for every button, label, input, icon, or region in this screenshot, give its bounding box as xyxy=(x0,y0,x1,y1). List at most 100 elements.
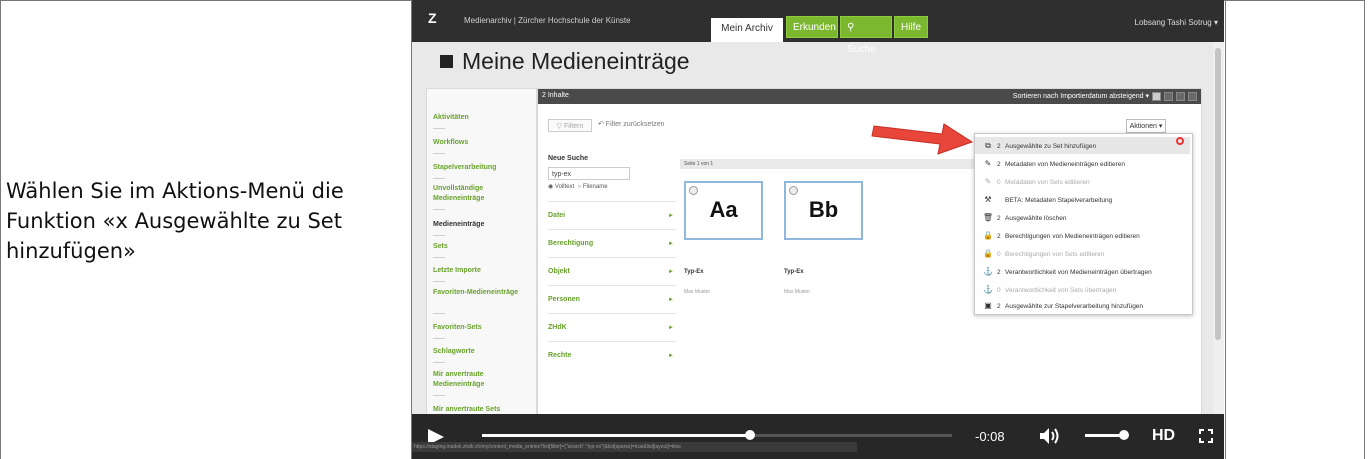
card-author: Max Muster xyxy=(684,289,711,295)
filter-button[interactable]: ▽ Filtern xyxy=(548,119,592,132)
volume-icon[interactable] xyxy=(1038,426,1060,446)
sidebar-item-sets[interactable]: Sets xyxy=(433,242,528,252)
facet-zhdk[interactable]: ZHdK ► xyxy=(548,313,676,341)
status-url: https://staging.madek.zhdk.ch/my/content… xyxy=(412,442,857,452)
card-title[interactable]: Typ-Ex xyxy=(684,269,704,275)
menu-item-label: Verantwortlichkeit von Sets übertragen xyxy=(1005,287,1117,294)
facet-rechte[interactable]: Rechte ► xyxy=(548,341,676,369)
chevron-right-icon: ► xyxy=(668,297,674,303)
sidebar-item-medieneintraege[interactable]: Medieneinträge xyxy=(433,220,528,230)
menu-item-label: Metadaten von Medieneinträgen editieren xyxy=(1005,161,1125,168)
scrollbar-thumb[interactable] xyxy=(1215,48,1221,340)
click-indicator-icon xyxy=(1176,137,1184,145)
menu-item-count: 0 xyxy=(997,179,1001,186)
search-mode-radios[interactable]: ◉ Volltext ○ Filename xyxy=(548,183,608,190)
tab-mein-archiv[interactable]: Mein Archiv xyxy=(711,18,783,42)
card-title[interactable]: Typ-Ex xyxy=(784,269,804,275)
facet-datei[interactable]: Datei ► xyxy=(548,201,676,229)
menu-item-delete[interactable]: 🗑 2 Ausgewählte löschen xyxy=(975,209,1190,226)
content-header: 2 Inhalte Sortieren nach Importierdatum … xyxy=(538,89,1201,104)
menu-item-label: Metadaten von Sets editieren xyxy=(1005,179,1090,186)
menu-item-count: 2 xyxy=(997,215,1001,222)
facet-personen[interactable]: Personen ► xyxy=(548,285,676,313)
facet-objekt[interactable]: Objekt ► xyxy=(548,257,676,285)
progress-bar[interactable] xyxy=(482,430,952,440)
chevron-right-icon: ► xyxy=(668,325,674,331)
menu-item-edit-media-metadata[interactable]: ✎ 2 Metadaten von Medieneinträgen editiere… xyxy=(975,155,1190,172)
select-checkbox[interactable] xyxy=(689,186,698,195)
radio-volltext[interactable]: ◉ Volltext xyxy=(548,184,574,190)
sidebar-item-favoriten-medieneintraege[interactable]: Favoriten-Medieneinträge xyxy=(433,288,528,298)
menu-item-transfer-set-responsibility: ⚓ 0 Verantwortlichkeit von Sets übertragen xyxy=(975,281,1190,298)
page: Wählen Sie im Aktions-Menü die Funktion … xyxy=(0,0,1368,459)
menu-item-label: Ausgewählte löschen xyxy=(1005,215,1067,222)
sidebar: Aktivitäten Workflows Stapelverarbeitung… xyxy=(426,88,537,418)
select-checkbox[interactable] xyxy=(789,186,798,195)
menu-item-count: 2 xyxy=(997,143,1001,150)
menu-item-transfer-media-responsibility[interactable]: ⚓ 2 Verantwortlichkeit von Medieneinträgen… xyxy=(975,263,1190,280)
media-card[interactable]: Bb xyxy=(784,181,863,240)
chevron-right-icon: ► xyxy=(668,353,674,359)
search-input[interactable]: typ-ex xyxy=(548,167,630,180)
user-menu[interactable]: Lobsang Tashi Sotrug ▾ xyxy=(1135,18,1218,27)
view-map-icon[interactable] xyxy=(1188,92,1197,101)
pencil-icon: ✎ xyxy=(984,177,992,186)
hd-toggle[interactable]: HD xyxy=(1152,427,1175,445)
radio-filename[interactable]: ○ Filename xyxy=(578,184,608,190)
tools-icon: ⚒ xyxy=(984,195,992,204)
view-tiles-icon[interactable] xyxy=(1152,92,1161,101)
sidebar-item-favoriten-sets[interactable]: Favoriten-Sets xyxy=(433,323,528,333)
user-transfer-icon: ⚓ xyxy=(983,285,993,294)
sidebar-item-stapelverarbeitung[interactable]: Stapelverarbeitung xyxy=(433,163,528,173)
sidebar-item-schlagworte[interactable]: Schlagworte xyxy=(433,347,528,357)
trash-icon: 🗑 xyxy=(982,213,994,222)
fullscreen-icon[interactable] xyxy=(1199,429,1213,443)
sidebar-separator xyxy=(433,395,445,396)
instruction-text: Wählen Sie im Aktions-Menü die Funktion … xyxy=(6,179,344,263)
clipboard-icon: ▣ xyxy=(984,301,992,310)
view-list-icon[interactable] xyxy=(1176,92,1185,101)
chevron-right-icon: ► xyxy=(668,269,674,275)
sidebar-item-workflows[interactable]: Workflows xyxy=(433,138,528,148)
menu-item-add-to-batch[interactable]: ▣ 2 Ausgewählte zur Stapelverarbeitung hin… xyxy=(975,297,1190,314)
sort-select[interactable]: Sortieren nach Importierdatum absteigend… xyxy=(1013,92,1149,100)
sidebar-separator xyxy=(433,362,445,363)
view-grid-icon[interactable] xyxy=(1164,92,1173,101)
page-title: Meine Medieneinträge xyxy=(440,48,690,75)
card-author: Max Muster xyxy=(784,289,811,295)
actions-button[interactable]: Aktionen ▾ xyxy=(1126,119,1166,133)
volume-handle[interactable] xyxy=(1119,430,1129,440)
sidebar-separator xyxy=(433,178,445,179)
sidebar-item-aktivitaeten[interactable]: Aktivitäten xyxy=(433,113,528,123)
sidebar-separator xyxy=(433,235,445,236)
page-title-text: Meine Medieneinträge xyxy=(462,48,690,74)
progress-handle[interactable] xyxy=(744,430,755,440)
sidebar-item-unvollstaendige[interactable]: Unvollständige Medieneinträge xyxy=(433,184,528,204)
tab-suche[interactable]: ⚲ Suche xyxy=(840,16,892,55)
search-icon: ⚲ xyxy=(847,22,855,33)
tab-erkunden[interactable]: Erkunden xyxy=(786,16,838,38)
menu-item-batch-metadata[interactable]: ⚒ BETA: Metadaten Stapelverarbeitung xyxy=(975,191,1190,208)
facet-label: Berechtigung xyxy=(548,240,594,247)
menu-item-edit-set-permissions: 🔒 0 Berechtigungen von Sets editieren xyxy=(975,245,1190,262)
video-player[interactable]: Z Medienarchiv | Zürcher Hochschule der … xyxy=(412,0,1224,459)
menu-item-count: 0 xyxy=(997,251,1001,258)
facet-berechtigung[interactable]: Berechtigung ► xyxy=(548,229,676,257)
menu-item-count: 2 xyxy=(997,233,1001,240)
app-logo[interactable]: Z xyxy=(428,10,437,26)
menu-item-edit-media-permissions[interactable]: 🔒 2 Berechtigungen von Medieneinträgen edi… xyxy=(975,227,1190,244)
sidebar-item-mir-anvertraute-medieneintraege[interactable]: Mir anvertraute Medieneinträge xyxy=(433,370,528,390)
media-card[interactable]: Aa xyxy=(684,181,763,240)
sidebar-item-letzte-importe[interactable]: Letzte Importe xyxy=(433,266,528,276)
reset-filter-link[interactable]: ↶ Filter zurücksetzen xyxy=(598,120,665,128)
menu-item-label: Ausgewählte zu Set hinzufügen xyxy=(1005,143,1097,150)
archive-title[interactable]: Medienarchiv | Zürcher Hochschule der Kü… xyxy=(464,16,631,25)
facet-label: Objekt xyxy=(548,268,570,275)
sidebar-separator xyxy=(433,281,445,282)
menu-item-label: Verantwortlichkeit von Medieneinträgen ü… xyxy=(1005,269,1152,276)
menu-item-add-to-set[interactable]: ⧉ 2 Ausgewählte zu Set hinzufügen xyxy=(975,137,1190,154)
tab-hilfe[interactable]: Hilfe xyxy=(894,16,928,38)
sidebar-separator xyxy=(433,209,445,210)
chevron-right-icon: ► xyxy=(668,241,674,247)
square-icon xyxy=(440,55,453,68)
